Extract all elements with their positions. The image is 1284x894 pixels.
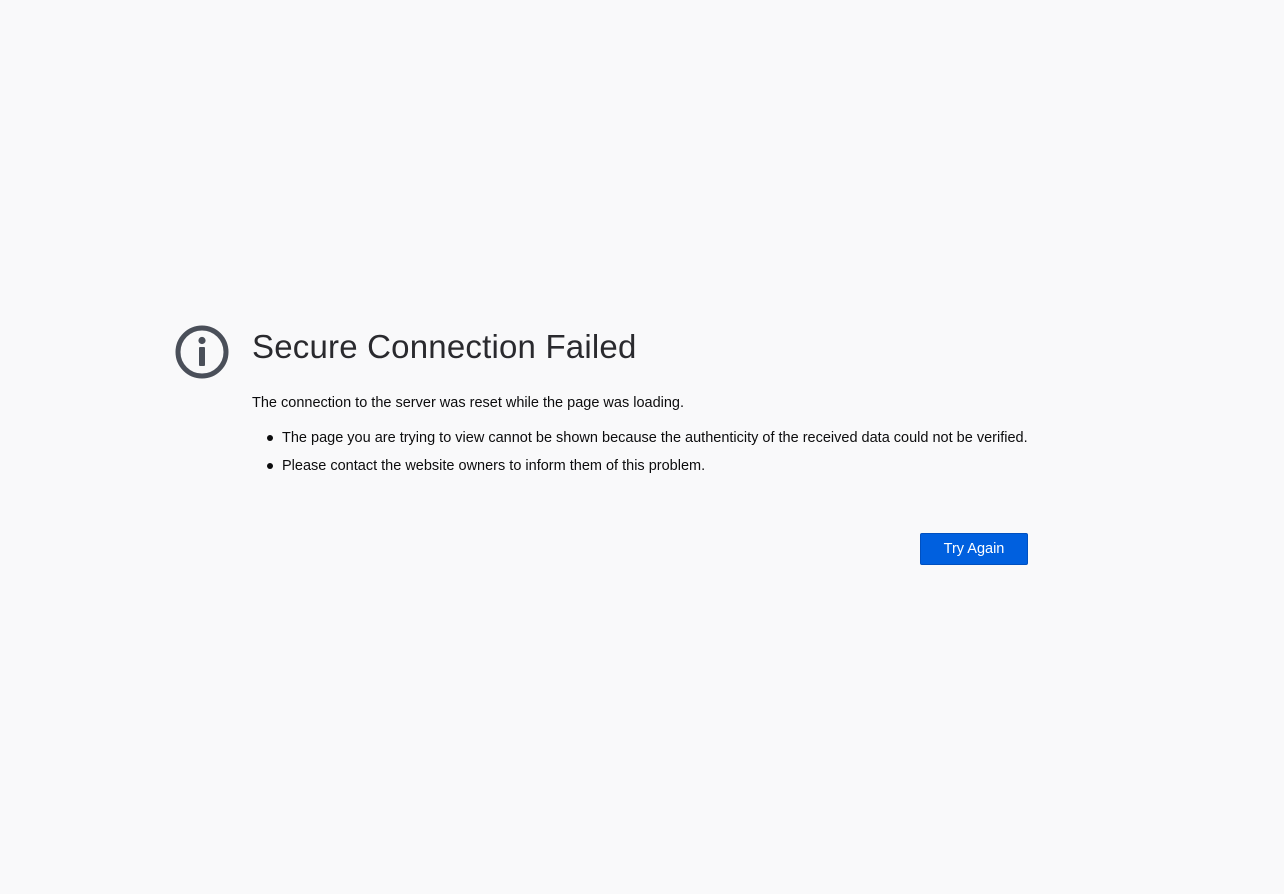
error-reasons-list: The page you are trying to view cannot b… [252, 428, 1028, 476]
page-title: Secure Connection Failed [252, 328, 637, 365]
button-row: Try Again [920, 533, 1028, 565]
info-icon [175, 324, 231, 380]
reason-text: Please contact the website owners to inf… [282, 458, 706, 474]
error-content: Secure Connection Failed The connection … [252, 326, 1028, 484]
bullet-icon [267, 463, 273, 469]
list-item: Please contact the website owners to inf… [252, 456, 1028, 476]
list-item: The page you are trying to view cannot b… [252, 428, 1028, 448]
bullet-icon [267, 435, 273, 441]
try-again-button[interactable]: Try Again [920, 533, 1028, 565]
reason-text: The page you are trying to view cannot b… [282, 430, 1028, 446]
error-page: Secure Connection Failed The connection … [0, 0, 1284, 894]
error-description: The connection to the server was reset w… [252, 395, 685, 411]
